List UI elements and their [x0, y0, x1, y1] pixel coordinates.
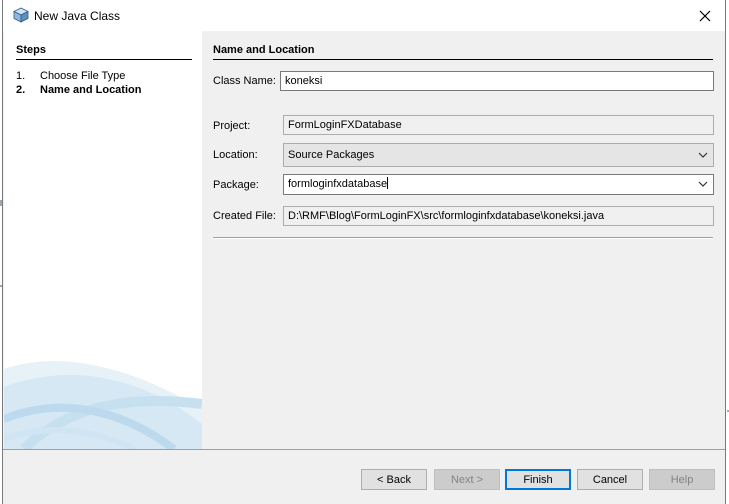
next-button[interactable]: Next >: [434, 469, 500, 490]
section-title: Name and Location: [213, 44, 713, 60]
created-file-label: Created File:: [213, 210, 276, 222]
text-caret: [387, 177, 389, 189]
wizard-swoosh-graphic: [4, 361, 202, 449]
created-file-value: D:\RMF\Blog\FormLoginFX\src\formloginfxd…: [288, 210, 605, 222]
back-button[interactable]: < Back: [361, 469, 427, 490]
step-label: Name and Location: [40, 84, 142, 96]
step-number: 2.: [16, 84, 26, 96]
help-button[interactable]: Help: [649, 469, 715, 490]
close-button[interactable]: [691, 4, 719, 28]
step-item-choose-file-type: 1. Choose File Type: [16, 70, 125, 82]
footer-separator: [3, 449, 725, 450]
new-java-class-dialog: New Java Class Steps 1. Choose File Type …: [2, 0, 726, 504]
project-field: FormLoginFXDatabase: [283, 115, 714, 135]
package-value: formloginfxdatabase: [288, 178, 388, 190]
package-combobox[interactable]: formloginfxdatabase: [283, 174, 714, 195]
step-label: Choose File Type: [40, 70, 126, 82]
step-item-name-and-location: 2. Name and Location: [16, 84, 141, 96]
steps-title: Steps: [16, 44, 192, 60]
window-title: New Java Class: [34, 9, 121, 23]
location-value: Source Packages: [288, 149, 375, 161]
location-dropdown[interactable]: Source Packages: [283, 143, 714, 167]
steps-panel: Steps 1. Choose File Type 2. Name and Loca…: [4, 31, 202, 449]
project-label: Project:: [213, 120, 251, 132]
form-separator: [213, 237, 713, 239]
close-icon: [699, 10, 711, 22]
cancel-button[interactable]: Cancel: [577, 469, 643, 490]
location-label: Location:: [213, 149, 258, 161]
name-and-location-panel: Name and Location Class Name: koneksi Pr…: [203, 31, 725, 449]
created-file-field: D:\RMF\Blog\FormLoginFX\src\formloginfxd…: [283, 206, 714, 226]
chevron-down-icon: [698, 152, 708, 158]
step-number: 1.: [16, 70, 26, 82]
finish-button[interactable]: Finish: [505, 469, 571, 490]
title-bar: New Java Class: [3, 0, 725, 31]
project-value: FormLoginFXDatabase: [288, 119, 402, 131]
class-name-value: koneksi: [285, 75, 323, 87]
class-name-label: Class Name:: [213, 75, 276, 87]
package-label: Package:: [213, 179, 259, 191]
chevron-down-icon[interactable]: [698, 178, 708, 190]
netbeans-cube-icon: [13, 7, 29, 23]
class-name-input[interactable]: koneksi: [280, 71, 714, 91]
